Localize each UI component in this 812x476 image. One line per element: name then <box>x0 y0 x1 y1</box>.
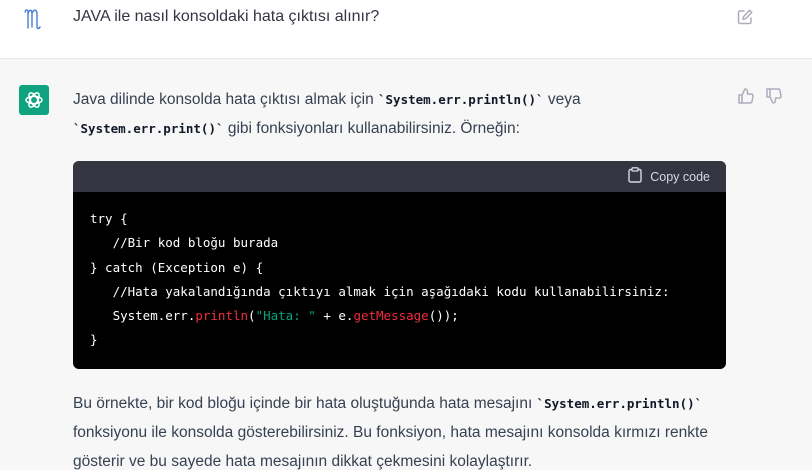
intro-text: veya <box>543 91 581 108</box>
code-function: println <box>195 308 249 324</box>
openai-logo-icon <box>19 85 49 115</box>
thumbs-down-icon[interactable] <box>765 87 783 105</box>
outro-text: gösterir ve bu sayede hata mesajının dik… <box>73 453 533 470</box>
inline-code: `System.err.println()` <box>378 92 544 107</box>
code-token: + e. <box>315 308 354 324</box>
outro-text: fonksiyonu ile konsolda gösterebilirsini… <box>73 424 708 441</box>
user-message-text: JAVA ile nasıl konsoldaki hata çıktısı a… <box>73 8 380 25</box>
code-function: getMessage <box>353 308 429 324</box>
user-avatar-icon <box>18 3 48 33</box>
outro-paragraph: Bu örnekte, bir kod bloğu içinde bir hat… <box>73 389 743 476</box>
code-block-header: Copy code <box>73 161 726 192</box>
outro-text: Bu örnekte, bir kod bloğu içinde bir hat… <box>73 395 537 412</box>
inline-code: `System.err.print()` <box>73 121 224 136</box>
intro-paragraph: Java dilinde konsolda hata çıktısı almak… <box>73 85 743 143</box>
copy-code-button[interactable]: Copy code <box>628 167 710 186</box>
inline-code: `System.err.println()` <box>536 396 703 411</box>
intro-text: Java dilinde konsolda hata çıktısı almak… <box>73 91 378 108</box>
assistant-message-row: Java dilinde konsolda hata çıktısı almak… <box>0 59 812 470</box>
edit-icon[interactable] <box>736 8 754 26</box>
code-block: Copy code try { //Bir kod bloğu burada } … <box>73 161 726 369</box>
code-line: //Hata yakalandığında çıktıyı almak için… <box>90 283 670 299</box>
code-body: try { //Bir kod bloğu burada } catch (Exc… <box>73 192 726 368</box>
intro-text: gibi fonksiyonları kullanabilirsiniz. Ör… <box>223 120 520 137</box>
code-line: try { <box>90 211 128 226</box>
code-line: //Bir kod bloğu burada <box>90 235 279 251</box>
code-token: System.err. <box>90 308 196 324</box>
user-message-row: JAVA ile nasıl konsoldaki hata çıktısı a… <box>0 0 812 59</box>
code-line: } catch (Exception e) { <box>90 259 264 275</box>
clipboard-icon <box>628 167 642 186</box>
code-token: ()); <box>428 308 459 324</box>
code-token: ( <box>248 308 256 324</box>
code-string: "Hata: " <box>255 308 316 324</box>
copy-code-label: Copy code <box>650 169 710 184</box>
code-line: System.err.println("Hata: " + e.getMessa… <box>90 304 709 328</box>
code-line: } <box>90 332 98 348</box>
